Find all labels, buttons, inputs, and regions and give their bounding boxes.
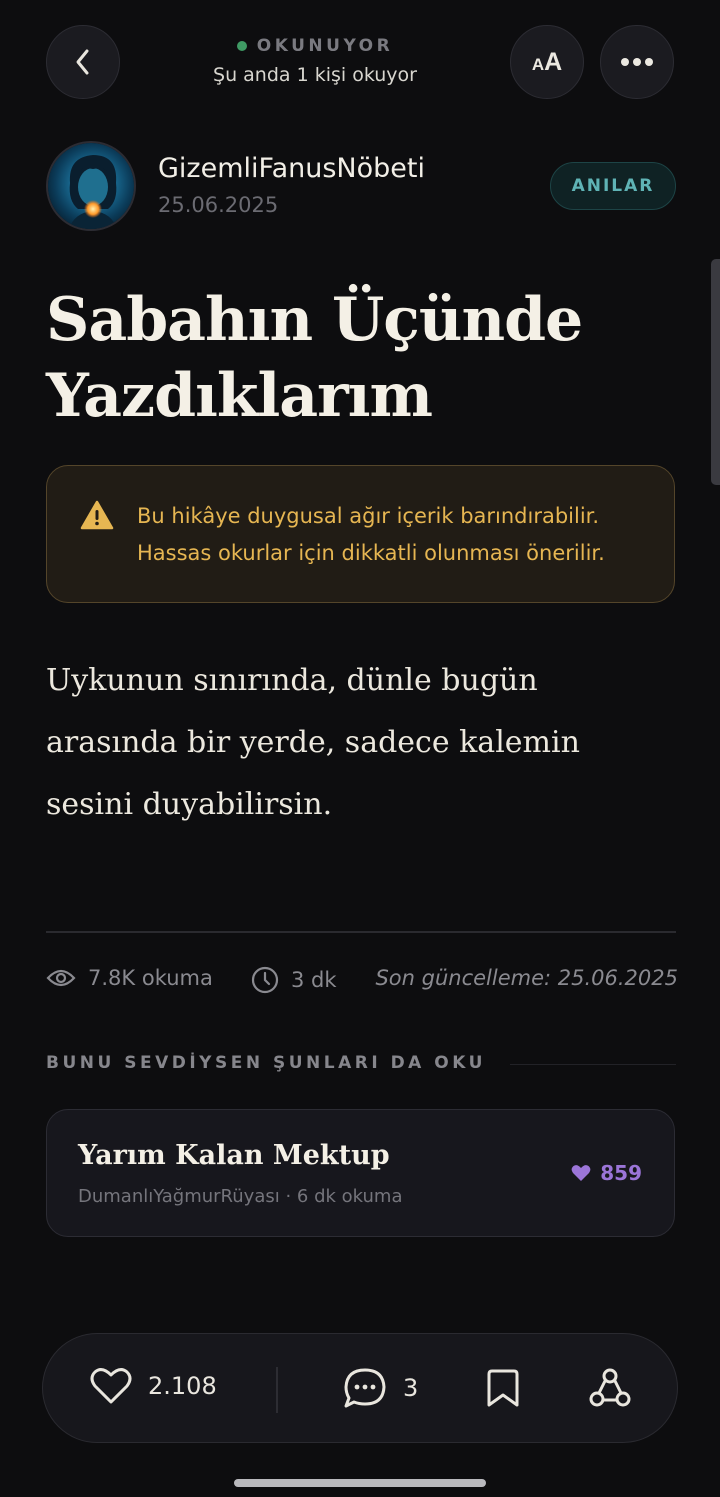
story-body-line: Uykunun sınırında, dünle bugün xyxy=(46,663,538,698)
avatar[interactable] xyxy=(46,141,136,231)
last-updated: Son güncelleme: 25.06.2025 xyxy=(375,966,678,990)
divider xyxy=(276,1367,278,1413)
reading-status: OKUNUYOR Şu anda 1 kişi okuyor xyxy=(160,36,470,86)
story-title-line: Sabahın Üçünde xyxy=(46,285,583,355)
share-icon xyxy=(589,1368,631,1407)
story-stats: 7.8K okuma 3 dk Son güncelleme: 25.06.20… xyxy=(46,962,678,1002)
like-button[interactable]: 2.108 xyxy=(90,1367,217,1405)
warning-triangle-icon xyxy=(80,500,114,530)
more-options-button[interactable] xyxy=(600,25,674,99)
duration-stat: 3 dk xyxy=(251,966,337,994)
comment-count: 3 xyxy=(403,1374,419,1402)
warning-text: Bu hikâye duygusal ağır içerik barındıra… xyxy=(137,504,600,528)
current-readers: Şu anda 1 kişi okuyor xyxy=(213,64,417,86)
divider xyxy=(46,931,676,933)
read-duration: 3 dk xyxy=(291,968,337,992)
home-indicator[interactable] xyxy=(234,1479,486,1487)
clock-icon xyxy=(251,966,279,994)
action-bar: 2.108 3 xyxy=(42,1333,678,1443)
online-dot xyxy=(236,41,247,51)
comment-icon xyxy=(344,1368,386,1408)
heart-icon xyxy=(90,1368,132,1404)
back-button[interactable] xyxy=(46,25,120,99)
like-count: 2.108 xyxy=(148,1372,217,1400)
share-button[interactable] xyxy=(589,1367,631,1409)
story-title-line: Yazdıklarım xyxy=(46,361,433,431)
author-row: GizemliFanusNöbeti 25.06.2025 ANILAR xyxy=(46,141,676,231)
story-body-line: sesini duyabilirsin. xyxy=(46,787,333,822)
heart-icon xyxy=(571,1165,591,1181)
bookmark-icon xyxy=(487,1369,519,1407)
category-tag[interactable]: ANILAR xyxy=(550,162,676,210)
warning-text: Hassas okurlar için dikkatli olunması ön… xyxy=(137,541,605,565)
publish-date: 25.06.2025 xyxy=(158,193,279,217)
divider xyxy=(510,1064,676,1065)
story-title: Sabahın Üçünde Yazdıklarım xyxy=(46,282,686,434)
font-size-button[interactable]: AA xyxy=(510,25,584,99)
author-name[interactable]: GizemliFanusNöbeti xyxy=(158,153,425,184)
reading-status-label: OKUNUYOR xyxy=(256,36,394,56)
bookmark-button[interactable] xyxy=(485,1367,521,1409)
comments-button[interactable]: 3 xyxy=(343,1367,418,1409)
reads-count: 7.8K okuma xyxy=(88,966,213,990)
content-warning: Bu hikâye duygusal ağır içerik barındıra… xyxy=(46,465,675,603)
recommended-story-title: Yarım Kalan Mektup xyxy=(78,1140,390,1171)
story-body-line: arasında bir yerde, sadece kalemin xyxy=(46,725,580,760)
recommended-story-meta: DumanlıYağmurRüyası · 6 dk okuma xyxy=(78,1186,403,1207)
back-arrow-icon xyxy=(76,49,89,75)
reads-stat: 7.8K okuma xyxy=(46,966,213,990)
recommended-story-likes: 859 xyxy=(571,1161,642,1185)
font-size-icon: AA xyxy=(531,47,563,76)
top-bar: OKUNUYOR Şu anda 1 kişi okuyor AA xyxy=(0,0,720,120)
eye-icon xyxy=(46,969,76,987)
recommendations-heading: BUNU SEVDİYSEN ŞUNLARI DA OKU xyxy=(46,1053,486,1073)
scrollbar[interactable] xyxy=(711,259,720,485)
more-dots-icon xyxy=(621,58,653,66)
story-body: Uykunun sınırında, dünle bugün arasında … xyxy=(46,650,676,836)
recommended-story-card[interactable]: Yarım Kalan Mektup DumanlıYağmurRüyası ·… xyxy=(46,1109,675,1237)
